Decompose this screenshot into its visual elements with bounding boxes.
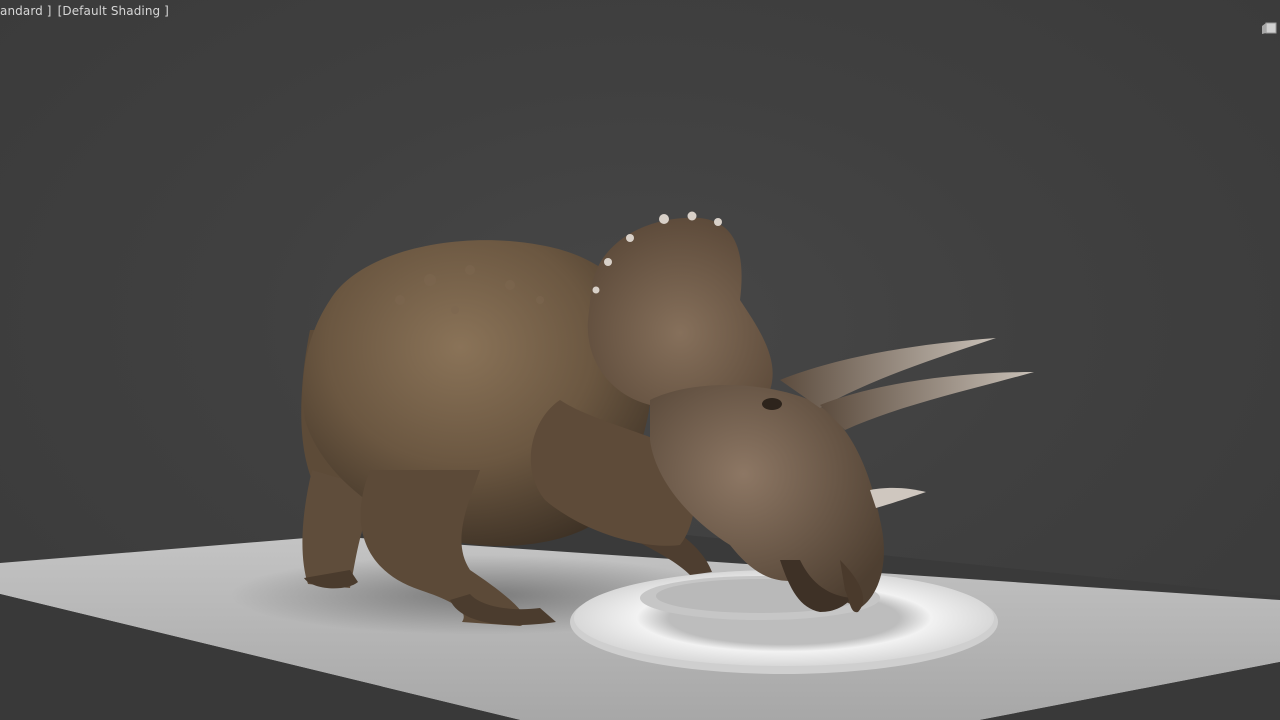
viewcube-icon[interactable] [1262, 22, 1278, 36]
scene-render[interactable] [0, 0, 1280, 720]
viewport[interactable]: andard ] [Default Shading ] [0, 0, 1280, 720]
water-ring-prop[interactable] [570, 570, 998, 674]
eye-icon [762, 398, 782, 410]
